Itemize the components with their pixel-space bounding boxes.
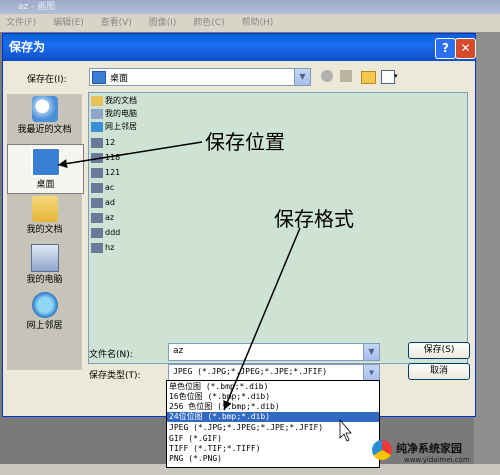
format-arrow xyxy=(223,227,301,411)
watermark-logo-icon xyxy=(372,440,392,460)
mouse-cursor-icon xyxy=(339,418,352,442)
annotation-location: 保存位置 xyxy=(205,130,285,154)
annotation-format: 保存格式 xyxy=(274,207,354,231)
annotation-arrows xyxy=(57,141,352,442)
watermark-title: 纯净系统家园 xyxy=(396,442,462,455)
location-arrow xyxy=(57,141,203,169)
watermark-url: www.yidaimei.com xyxy=(404,456,470,464)
